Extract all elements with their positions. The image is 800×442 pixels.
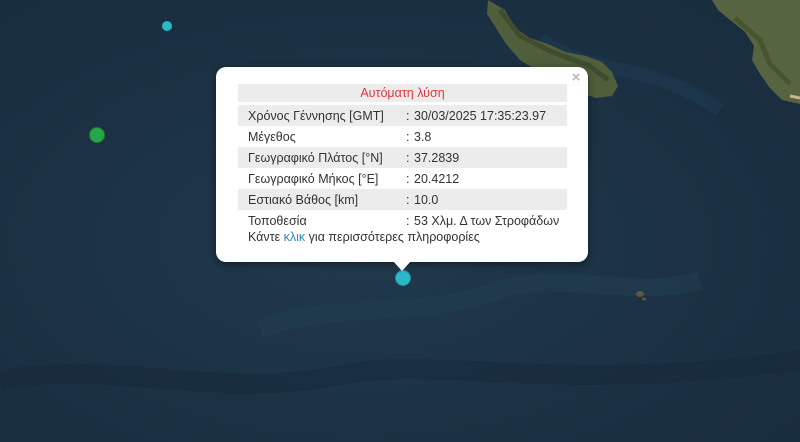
info-separator: :: [406, 129, 410, 144]
earthquake-marker-green[interactable]: [89, 127, 105, 143]
table-row: Γεωγραφικό Μήκος [°E] : 20.4212: [238, 168, 567, 189]
earthquake-marker-cyan-small[interactable]: [162, 21, 172, 31]
info-value: 20.4212: [414, 171, 460, 186]
table-row: Μέγεθος : 3.8: [238, 126, 567, 147]
table-row: Τοποθεσία : 53 Χλμ. Δ των Στροφάδων: [238, 210, 567, 231]
more-info-text: Κάντε κλικ για περισσότερες πληροφορίες: [248, 230, 480, 244]
info-value: 30/03/2025 17:35:23.97: [414, 105, 567, 126]
table-row: Γεωγραφικό Πλάτος [°N] : 37.2839: [238, 147, 567, 168]
peloponnese-beach: [789, 94, 800, 100]
more-info-suffix: για περισσότερες πληροφορίες: [305, 230, 480, 244]
info-label: Τοποθεσία: [248, 213, 307, 228]
info-value: 10.0: [414, 189, 567, 210]
earthquake-info-popup: × Αυτόματη λύση Χρόνος Γέννησης [GMT] : …: [216, 67, 588, 262]
info-value: 3.8: [414, 129, 432, 144]
info-separator: :: [406, 171, 410, 186]
table-row: Χρόνος Γέννησης [GMT] : 30/03/2025 17:35…: [238, 105, 567, 126]
info-label: Χρόνος Γέννησης [GMT]: [238, 105, 406, 126]
info-separator: :: [406, 189, 414, 210]
table-row: Εστιακό Βάθος [km] : 10.0: [238, 189, 567, 210]
info-separator: :: [406, 213, 410, 228]
strofades-islet: [642, 297, 646, 301]
more-info-link[interactable]: κλικ: [284, 230, 306, 244]
close-icon[interactable]: ×: [568, 70, 584, 86]
earthquake-marker-selected[interactable]: [395, 270, 411, 286]
more-info-prefix: Κάντε: [248, 230, 284, 244]
info-value: 53 Χλμ. Δ των Στροφάδων: [414, 213, 560, 228]
info-label: Γεωγραφικό Μήκος [°E]: [248, 171, 379, 186]
info-value: 37.2839: [414, 147, 567, 168]
info-separator: :: [406, 147, 414, 168]
earthquake-info-table: Χρόνος Γέννησης [GMT] : 30/03/2025 17:35…: [238, 105, 567, 231]
strofades-island: [636, 291, 644, 297]
popup-title: Αυτόματη λύση: [238, 84, 567, 102]
info-label: Γεωγραφικό Πλάτος [°N]: [238, 147, 406, 168]
popup-tip: [393, 261, 411, 271]
info-label: Εστιακό Βάθος [km]: [238, 189, 406, 210]
info-label: Μέγεθος: [248, 129, 296, 144]
info-separator: :: [406, 105, 414, 126]
